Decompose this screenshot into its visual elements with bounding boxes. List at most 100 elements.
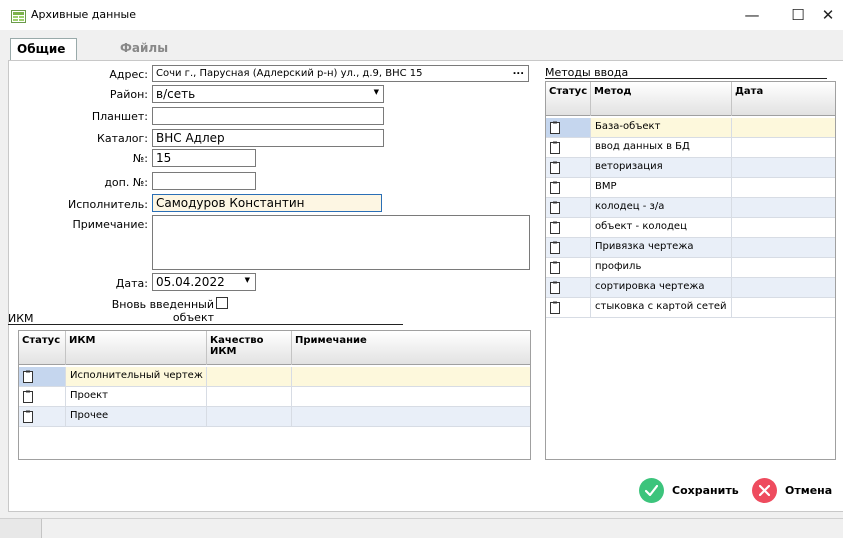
address-browse-button[interactable]: ... xyxy=(513,66,524,77)
number-label: №: xyxy=(132,152,148,165)
close-icon xyxy=(752,478,777,503)
methods-col-date[interactable]: Дата xyxy=(732,82,835,116)
clipboard-icon xyxy=(550,161,560,174)
table-row[interactable]: Проект xyxy=(19,387,530,407)
method-date-cell[interactable] xyxy=(732,258,835,277)
method-cell[interactable]: База-объект xyxy=(591,118,732,137)
cancel-label: Отмена xyxy=(785,484,833,497)
minimize-button[interactable]: — xyxy=(729,0,775,30)
method-cell[interactable]: сортировка чертежа xyxy=(591,278,732,297)
method-date-cell[interactable] xyxy=(732,158,835,177)
ikm-name-cell[interactable]: Проект xyxy=(66,387,207,406)
ikm-col-note[interactable]: Примечание xyxy=(292,331,530,365)
method-cell[interactable]: ВМР xyxy=(591,178,732,197)
table-row[interactable]: Исполнительный чертеж xyxy=(19,367,530,387)
list-item[interactable]: профиль xyxy=(546,258,835,278)
ikm-note-cell[interactable] xyxy=(292,367,530,386)
number-field[interactable]: 15 xyxy=(152,149,256,167)
status-cell[interactable] xyxy=(546,178,591,197)
clipboard-icon xyxy=(550,181,560,194)
method-date-cell[interactable] xyxy=(732,278,835,297)
method-date-cell[interactable] xyxy=(732,238,835,257)
method-cell[interactable]: объект - колодец xyxy=(591,218,732,237)
new-object-checkbox[interactable] xyxy=(216,297,228,309)
status-cell[interactable] xyxy=(546,298,591,317)
status-cell[interactable] xyxy=(546,138,591,157)
method-cell[interactable]: Привязка чертежа xyxy=(591,238,732,257)
district-value: в/сеть xyxy=(156,87,196,101)
ikm-col-quality[interactable]: Качество ИКМ xyxy=(207,331,292,365)
address-field[interactable]: Сочи г., Парусная (Адлерский р-н) ул., д… xyxy=(152,65,529,82)
method-date-cell[interactable] xyxy=(732,118,835,137)
ikm-quality-cell[interactable] xyxy=(207,367,292,386)
clipboard-icon xyxy=(550,141,560,154)
save-label: Сохранить xyxy=(672,484,739,497)
method-date-cell[interactable] xyxy=(732,178,835,197)
methods-col-method[interactable]: Метод xyxy=(591,82,732,116)
method-cell[interactable]: ввод данных в БД xyxy=(591,138,732,157)
status-cell[interactable] xyxy=(546,158,591,177)
tablet-field[interactable] xyxy=(152,107,384,125)
ikm-name-cell[interactable]: Исполнительный чертеж xyxy=(66,367,207,386)
ikm-quality-cell[interactable] xyxy=(207,407,292,426)
tab-files[interactable]: Файлы xyxy=(114,38,174,60)
status-cell[interactable] xyxy=(546,238,591,257)
clipboard-icon xyxy=(550,241,560,254)
status-cell[interactable] xyxy=(546,258,591,277)
method-date-cell[interactable] xyxy=(732,298,835,317)
method-date-cell[interactable] xyxy=(732,198,835,217)
district-select[interactable]: в/сеть ▼ xyxy=(152,85,384,103)
list-item[interactable]: веторизация xyxy=(546,158,835,178)
list-item[interactable]: сортировка чертежа xyxy=(546,278,835,298)
list-item[interactable]: ввод данных в БД xyxy=(546,138,835,158)
calendar-dropdown-icon[interactable]: ▼ xyxy=(245,276,250,284)
close-button[interactable]: ✕ xyxy=(805,0,843,30)
ikm-col-status[interactable]: Статус xyxy=(19,331,66,365)
extra-number-field[interactable] xyxy=(152,172,256,190)
methods-col-status[interactable]: Статус xyxy=(546,82,591,116)
window-title: Архивные данные xyxy=(31,8,136,21)
save-button[interactable]: Сохранить xyxy=(639,478,739,503)
executor-field[interactable]: Самодуров Константин xyxy=(152,194,382,212)
date-picker[interactable]: 05.04.2022 ▼ xyxy=(152,273,256,291)
list-item[interactable]: База-объект xyxy=(546,118,835,138)
clipboard-icon xyxy=(550,261,560,274)
list-item[interactable]: стыковка с картой сетей xyxy=(546,298,835,318)
catalog-field[interactable]: ВНС Адлер xyxy=(152,129,384,147)
list-item[interactable]: Привязка чертежа xyxy=(546,238,835,258)
list-item[interactable]: объект - колодец xyxy=(546,218,835,238)
cancel-button[interactable]: Отмена xyxy=(752,478,832,503)
status-cell[interactable] xyxy=(546,118,591,137)
method-cell[interactable]: профиль xyxy=(591,258,732,277)
clipboard-icon xyxy=(550,121,560,134)
district-label: Район: xyxy=(109,88,148,101)
status-cell[interactable] xyxy=(546,278,591,297)
method-date-cell[interactable] xyxy=(732,218,835,237)
method-cell[interactable]: веторизация xyxy=(591,158,732,177)
status-cell[interactable] xyxy=(546,218,591,237)
status-cell[interactable] xyxy=(19,387,66,406)
methods-table: Статус Метод Дата База-объект ввод данны… xyxy=(545,81,836,460)
clipboard-icon xyxy=(550,221,560,234)
methods-section-divider xyxy=(545,78,827,79)
chevron-down-icon[interactable]: ▼ xyxy=(374,88,379,96)
note-label: Примечание: xyxy=(72,218,148,231)
ikm-name-cell[interactable]: Прочее xyxy=(66,407,207,426)
status-cell[interactable] xyxy=(19,407,66,426)
method-cell[interactable]: колодец - з/а xyxy=(591,198,732,217)
ikm-note-cell[interactable] xyxy=(292,387,530,406)
method-cell[interactable]: стыковка с картой сетей xyxy=(591,298,732,317)
ikm-table: Статус ИКМ Качество ИКМ Примечание Испол… xyxy=(18,330,531,460)
list-item[interactable]: колодец - з/а xyxy=(546,198,835,218)
tab-general[interactable]: Общие данные xyxy=(10,38,78,70)
list-item[interactable]: ВМР xyxy=(546,178,835,198)
ikm-col-name[interactable]: ИКМ xyxy=(66,331,207,365)
method-date-cell[interactable] xyxy=(732,138,835,157)
ikm-note-cell[interactable] xyxy=(292,407,530,426)
ikm-quality-cell[interactable] xyxy=(207,387,292,406)
status-cell[interactable] xyxy=(19,367,66,386)
clipboard-icon xyxy=(550,301,560,314)
table-row[interactable]: Прочее xyxy=(19,407,530,427)
note-textarea[interactable] xyxy=(152,215,530,270)
status-cell[interactable] xyxy=(546,198,591,217)
